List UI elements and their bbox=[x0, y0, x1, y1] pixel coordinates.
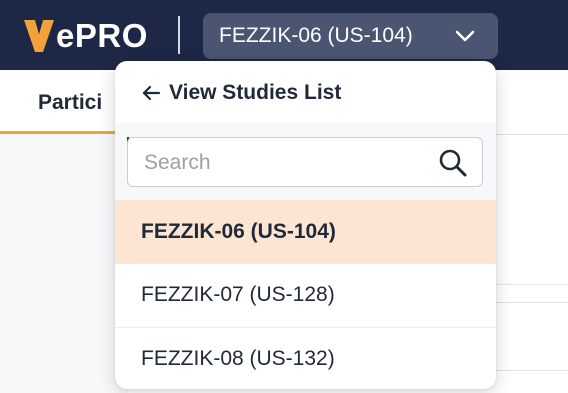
search-input[interactable] bbox=[142, 148, 426, 178]
header-divider bbox=[178, 16, 180, 54]
study-item[interactable]: FEZZIK-07 (US-128) bbox=[115, 263, 496, 326]
logo-text: ePRO bbox=[56, 17, 148, 54]
view-studies-list-link[interactable]: View Studies List bbox=[141, 80, 341, 106]
search-icon[interactable] bbox=[438, 148, 468, 178]
arrow-left-icon bbox=[142, 85, 161, 101]
back-link-label: View Studies List bbox=[169, 81, 342, 104]
study-switcher-button[interactable]: FEZZIK-06 (US-104) bbox=[203, 13, 498, 59]
search-field[interactable] bbox=[127, 137, 483, 187]
background-divider bbox=[496, 284, 568, 285]
study-item-label: FEZZIK-06 (US-104) bbox=[141, 219, 336, 243]
background-divider bbox=[496, 370, 568, 371]
current-study-label: FEZZIK-06 (US-104) bbox=[219, 24, 413, 47]
study-item[interactable]: FEZZIK-08 (US-132) bbox=[115, 327, 496, 389]
study-dropdown-menu: View Studies List FEZZIK-06 (US-104) FEZ… bbox=[115, 61, 496, 389]
study-item-label: FEZZIK-08 (US-132) bbox=[141, 347, 335, 370]
study-item-label: FEZZIK-07 (US-128) bbox=[141, 283, 335, 306]
top-header: ePRO FEZZIK-06 (US-104) bbox=[0, 0, 568, 70]
app-logo[interactable]: ePRO bbox=[24, 17, 148, 55]
background-panel bbox=[0, 134, 128, 393]
study-item[interactable]: FEZZIK-06 (US-104) bbox=[115, 200, 496, 263]
veeva-v-icon bbox=[24, 20, 54, 52]
background-divider bbox=[496, 302, 568, 303]
chevron-down-icon bbox=[455, 30, 475, 42]
tab-label: Partici bbox=[38, 91, 103, 114]
